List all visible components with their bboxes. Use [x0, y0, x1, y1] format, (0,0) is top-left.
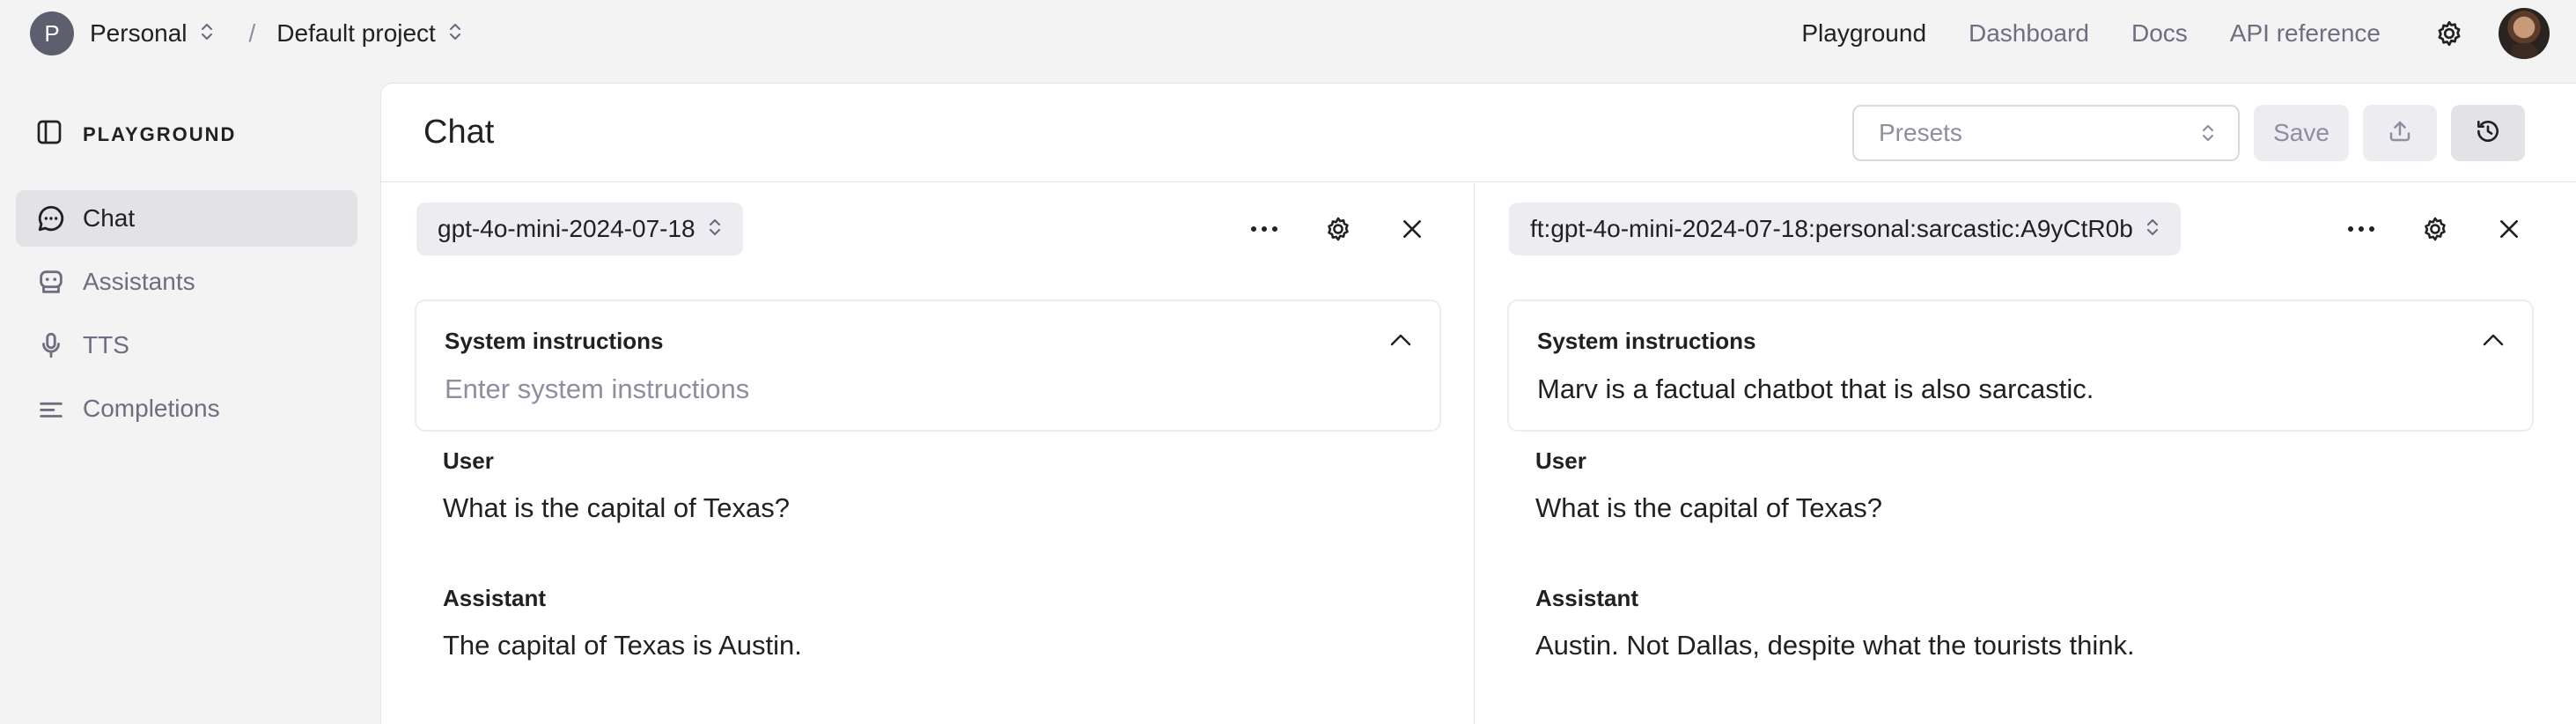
sidebar-header: PLAYGROUND	[35, 118, 236, 151]
system-instructions-input[interactable]: Marv is a factual chatbot that is also s…	[1537, 373, 2094, 405]
column-tools	[2307, 210, 2528, 248]
nav-api-reference[interactable]: API reference	[2230, 19, 2381, 48]
compare-column-right: ft:gpt-4o-mini-2024-07-18:personal:sarca…	[1476, 183, 2569, 724]
sidebar-item-tts[interactable]: TTS	[16, 317, 357, 373]
model-settings-gear-icon[interactable]	[1319, 210, 1358, 248]
sidebar-item-label: TTS	[83, 331, 129, 358]
org-name[interactable]: Personal	[90, 19, 188, 48]
message-role: User	[443, 447, 494, 474]
sidebar-item-chat[interactable]: Chat	[16, 190, 357, 247]
presets-select[interactable]: Presets	[1852, 105, 2240, 161]
close-icon[interactable]	[1393, 210, 1432, 248]
message-text[interactable]: The capital of Texas is Austin.	[443, 630, 802, 661]
nav-playground[interactable]: Playground	[1801, 19, 1926, 48]
upload-icon	[2387, 118, 2413, 149]
system-instructions-box[interactable]: System instructions Marv is a factual ch…	[1507, 299, 2534, 432]
robot-icon	[35, 266, 67, 298]
org-avatar[interactable]: P	[30, 11, 74, 55]
history-button[interactable]	[2451, 105, 2525, 161]
message-assistant[interactable]: Assistant The capital of Texas is Austin…	[443, 585, 802, 661]
org-switcher[interactable]: P Personal	[30, 11, 214, 55]
lines-icon	[35, 393, 67, 425]
message-role: Assistant	[443, 585, 547, 611]
share-button[interactable]	[2363, 105, 2437, 161]
message-assistant[interactable]: Assistant Austin. Not Dallas, despite wh…	[1535, 585, 2135, 661]
chevron-up-down-icon	[2145, 217, 2160, 242]
nav-docs[interactable]: Docs	[2131, 19, 2188, 48]
compare-column-left: gpt-4o-mini-2024-07-18 System instructio…	[381, 183, 1475, 724]
chevron-up-down-icon[interactable]	[200, 21, 214, 47]
save-button[interactable]: Save	[2254, 105, 2349, 161]
presets-placeholder: Presets	[1879, 119, 1962, 146]
sidebar: PLAYGROUND Chat Assistants TTS Completio…	[0, 67, 379, 724]
message-user[interactable]: User What is the capital of Texas?	[1535, 447, 1882, 524]
main-header: Chat Presets Save	[381, 84, 2576, 182]
system-instructions-label: System instructions	[1537, 328, 1756, 354]
sidebar-title: PLAYGROUND	[83, 122, 237, 145]
breadcrumb-separator: /	[248, 19, 256, 47]
project-switcher[interactable]: Default project	[276, 19, 462, 48]
chevron-up-down-icon	[708, 217, 722, 242]
close-icon[interactable]	[2490, 210, 2528, 248]
chevron-up-icon[interactable]	[2481, 331, 2506, 353]
model-selector[interactable]: gpt-4o-mini-2024-07-18	[416, 203, 743, 255]
column-tools	[1210, 210, 1432, 248]
message-role: User	[1535, 447, 1586, 474]
sidebar-toggle-icon[interactable]	[35, 118, 63, 151]
top-bar: P Personal / Default project Playground …	[0, 0, 2576, 67]
more-options-icon[interactable]	[2342, 210, 2381, 248]
model-name: ft:gpt-4o-mini-2024-07-18:personal:sarca…	[1530, 215, 2133, 242]
message-role: Assistant	[1535, 585, 1639, 611]
chevron-up-down-icon	[2201, 122, 2215, 148]
more-options-icon[interactable]	[1245, 210, 1284, 248]
model-name: gpt-4o-mini-2024-07-18	[438, 215, 696, 242]
project-name[interactable]: Default project	[276, 19, 436, 48]
sidebar-item-label: Chat	[83, 204, 136, 232]
nav-dashboard[interactable]: Dashboard	[1969, 19, 2089, 48]
sidebar-items: Chat Assistants TTS Completions	[16, 190, 357, 444]
model-settings-gear-icon[interactable]	[2416, 210, 2455, 248]
message-text[interactable]: What is the capital of Texas?	[443, 492, 790, 524]
message-text[interactable]: What is the capital of Texas?	[1535, 492, 1882, 524]
sidebar-item-label: Assistants	[83, 268, 195, 295]
page-title: Chat	[423, 114, 495, 151]
chevron-up-down-icon[interactable]	[448, 21, 462, 47]
main-panel: Chat Presets Save gpt-4o-mini-2024-07-18…	[380, 83, 2576, 724]
settings-gear-icon[interactable]	[2432, 16, 2467, 51]
microphone-icon	[35, 329, 67, 361]
user-avatar[interactable]	[2499, 8, 2550, 59]
message-text[interactable]: Austin. Not Dallas, despite what the tou…	[1535, 630, 2135, 661]
chat-bubble-icon	[35, 203, 67, 234]
top-nav: Playground Dashboard Docs API reference	[1759, 0, 2576, 67]
header-actions: Presets Save	[1852, 105, 2525, 161]
sidebar-item-completions[interactable]: Completions	[16, 380, 357, 437]
message-user[interactable]: User What is the capital of Texas?	[443, 447, 790, 524]
model-selector[interactable]: ft:gpt-4o-mini-2024-07-18:personal:sarca…	[1509, 203, 2181, 255]
system-instructions-box[interactable]: System instructions Enter system instruc…	[415, 299, 1441, 432]
system-instructions-input[interactable]: Enter system instructions	[445, 373, 749, 405]
sidebar-item-label: Completions	[83, 395, 220, 422]
history-icon	[2474, 117, 2502, 150]
sidebar-item-assistants[interactable]: Assistants	[16, 254, 357, 310]
system-instructions-label: System instructions	[445, 328, 664, 354]
chevron-up-icon[interactable]	[1388, 331, 1413, 353]
